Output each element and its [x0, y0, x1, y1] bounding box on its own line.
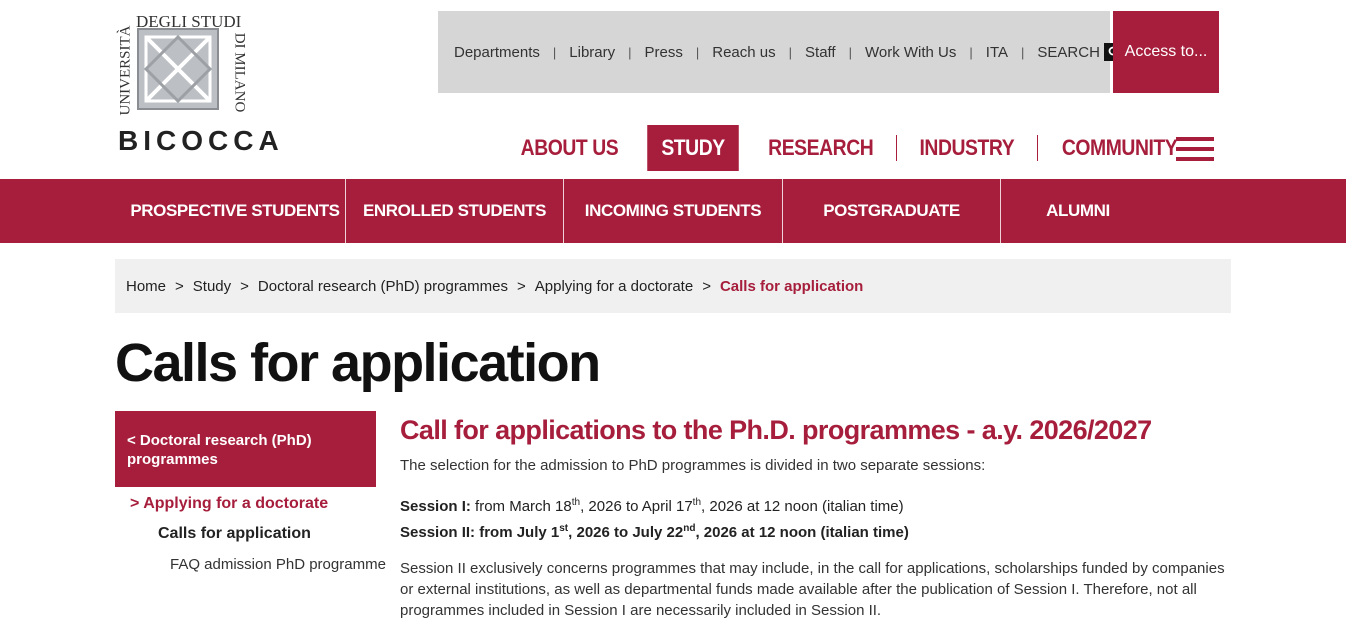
- content-intro: The selection for the admission to PhD p…: [400, 457, 986, 474]
- session-2-text: from July 1: [475, 524, 560, 541]
- utility-link-work-with-us[interactable]: Work With Us: [865, 44, 956, 61]
- utility-nav: Departments | Library | Press | Reach us…: [438, 11, 1125, 93]
- session-1-label: Session I:: [400, 498, 471, 515]
- content-paragraph: Session II exclusively concerns programm…: [400, 560, 1225, 619]
- session-1-text: , 2026 at 12 noon (italian time): [701, 498, 904, 515]
- search-button[interactable]: SEARCH: [1037, 43, 1125, 61]
- main-nav: ABOUT US STUDY RESEARCH INDUSTRY COMMUNI…: [498, 125, 1201, 171]
- session-2-text: , 2026 to July 22: [568, 524, 684, 541]
- session-2: Session II: from July 1st, 2026 to July …: [400, 518, 1230, 544]
- separator: |: [788, 44, 793, 60]
- logo-text-degli-studi: DEGLI STUDI: [136, 12, 242, 31]
- logo-text-bicocca: BICOCCA: [118, 125, 284, 156]
- separator: |: [848, 44, 852, 60]
- main-nav-community[interactable]: COMMUNITY: [1048, 125, 1192, 171]
- breadcrumb-current: Calls for application: [719, 277, 864, 295]
- nav-divider: [1037, 135, 1039, 161]
- separator: |: [695, 44, 700, 60]
- separator: |: [1021, 44, 1025, 60]
- main-nav-study[interactable]: STUDY: [647, 125, 739, 171]
- utility-link-reach-us[interactable]: Reach us: [712, 44, 775, 61]
- superscript: st: [559, 523, 569, 534]
- separator: |: [969, 44, 973, 60]
- breadcrumb: Home > Study > Doctoral research (PhD) p…: [115, 259, 1231, 313]
- breadcrumb-applying[interactable]: Applying for a doctorate: [535, 278, 693, 295]
- subnav-postgraduate[interactable]: POSTGRADUATE: [783, 179, 1000, 243]
- utility-link-press[interactable]: Press: [645, 44, 683, 61]
- sidebar-item-faq[interactable]: FAQ admission PhD programme: [170, 556, 386, 573]
- breadcrumb-separator: >: [516, 277, 526, 295]
- subnav-enrolled-students[interactable]: ENROLLED STUDENTS: [346, 179, 563, 243]
- utility-link-staff[interactable]: Staff: [805, 44, 836, 61]
- subnav-incoming-students[interactable]: INCOMING STUDENTS: [564, 179, 782, 243]
- separator: |: [628, 44, 632, 60]
- main-content: Call for applications to the Ph.D. progr…: [400, 411, 1230, 621]
- search-label: SEARCH: [1037, 43, 1100, 61]
- superscript: nd: [683, 523, 696, 534]
- breadcrumb-home[interactable]: Home: [126, 278, 166, 295]
- session-1-text: from March 18: [470, 498, 572, 515]
- sidebar-item-applying[interactable]: > Applying for a doctorate: [130, 495, 328, 513]
- content-heading: Call for applications to the Ph.D. progr…: [400, 415, 1152, 445]
- access-to-button[interactable]: Access to...: [1113, 11, 1219, 93]
- main-nav-research[interactable]: RESEARCH: [754, 125, 887, 171]
- breadcrumb-separator: >: [702, 277, 711, 295]
- session-dates: Session I: from March 18th, 2026 to Apri…: [400, 492, 1230, 544]
- hamburger-menu-icon[interactable]: [1176, 137, 1214, 161]
- page-title: Calls for application: [115, 333, 601, 393]
- sub-nav: PROSPECTIVE STUDENTS ENROLLED STUDENTS I…: [0, 179, 1346, 243]
- subnav-alumni[interactable]: ALUMNI: [1001, 179, 1155, 243]
- session-2-label: Session II:: [400, 524, 476, 541]
- logo-text-universita: UNIVERSITÀ: [117, 25, 134, 116]
- session-1-text: , 2026 to April 17: [580, 498, 693, 515]
- nav-divider: [896, 135, 898, 161]
- session-1: Session I: from March 18th, 2026 to Apri…: [400, 492, 1230, 518]
- session-2-text: , 2026 at 12 noon (italian time): [695, 524, 909, 541]
- logo-text-di-milano: DI MILANO: [231, 32, 248, 113]
- breadcrumb-doctoral-research[interactable]: Doctoral research (PhD) programmes: [258, 278, 508, 295]
- superscript: th: [571, 497, 581, 508]
- separator: |: [552, 44, 557, 60]
- subnav-prospective-students[interactable]: PROSPECTIVE STUDENTS: [125, 179, 345, 243]
- breadcrumb-separator: >: [175, 277, 184, 295]
- main-nav-industry[interactable]: INDUSTRY: [906, 125, 1029, 171]
- utility-link-language[interactable]: ITA: [986, 44, 1008, 61]
- breadcrumb-study[interactable]: Study: [193, 278, 231, 295]
- university-logo[interactable]: UNIVERSITÀ DEGLI STUDI DI MILANO BICOCCA: [116, 12, 279, 158]
- superscript: th: [692, 497, 702, 508]
- main-nav-about-us[interactable]: ABOUT US: [507, 125, 633, 171]
- breadcrumb-separator: >: [240, 277, 249, 295]
- utility-link-library[interactable]: Library: [569, 44, 615, 61]
- utility-link-departments[interactable]: Departments: [454, 44, 540, 61]
- sidebar-back-link[interactable]: < Doctoral research (PhD) programmes: [115, 411, 376, 487]
- sidebar-item-calls[interactable]: Calls for application: [158, 525, 311, 543]
